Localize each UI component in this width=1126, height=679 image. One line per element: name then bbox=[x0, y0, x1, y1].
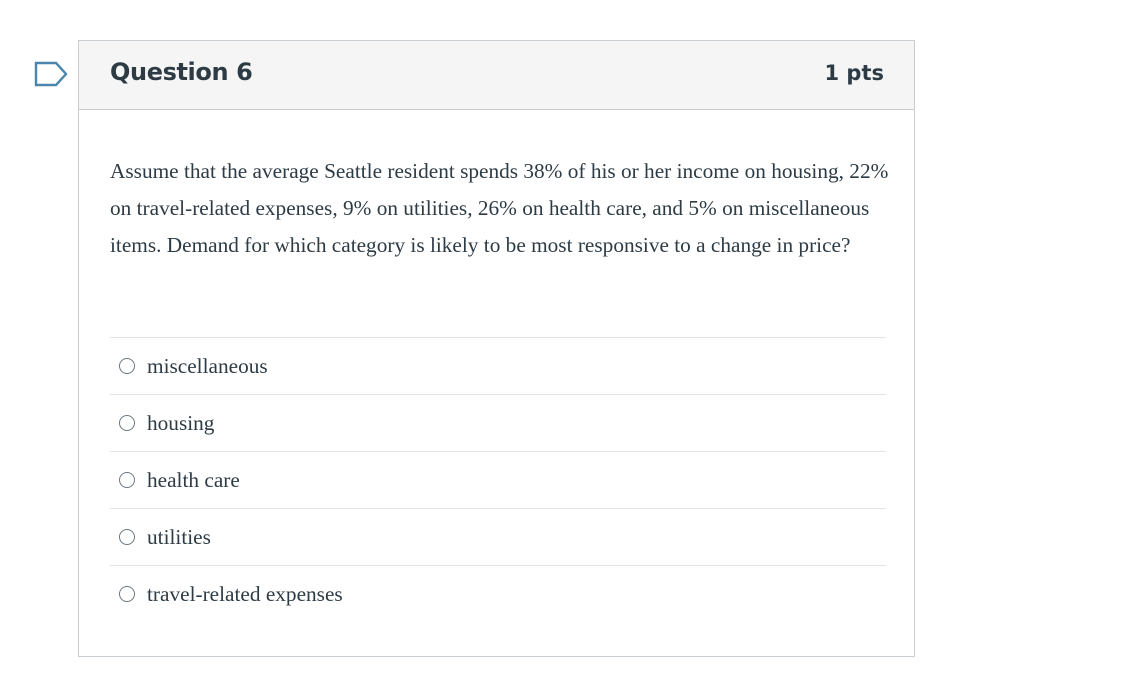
answer-option-miscellaneous[interactable]: miscellaneous bbox=[110, 337, 886, 394]
radio-button[interactable] bbox=[119, 358, 135, 374]
answer-option-health-care[interactable]: health care bbox=[110, 451, 886, 508]
answer-option-travel-related-expenses[interactable]: travel-related expenses bbox=[110, 565, 886, 622]
answer-label: travel-related expenses bbox=[147, 581, 343, 606]
answer-label: miscellaneous bbox=[147, 353, 268, 378]
radio-button[interactable] bbox=[119, 586, 135, 602]
radio-button[interactable] bbox=[119, 472, 135, 488]
answer-label: health care bbox=[147, 467, 240, 492]
question-header: Question 6 1 pts bbox=[79, 41, 914, 110]
question-title: Question 6 bbox=[110, 58, 253, 86]
radio-button[interactable] bbox=[119, 529, 135, 545]
answer-label: utilities bbox=[147, 524, 211, 549]
answer-label: housing bbox=[147, 410, 215, 435]
question-card: Question 6 1 pts Assume that the average… bbox=[78, 40, 915, 657]
question-text: Assume that the average Seattle resident… bbox=[110, 159, 889, 257]
answer-option-housing[interactable]: housing bbox=[110, 394, 886, 451]
radio-button[interactable] bbox=[119, 415, 135, 431]
flag-question-icon[interactable] bbox=[34, 61, 70, 87]
answer-list: miscellaneous housing health care utilit… bbox=[110, 337, 886, 622]
answer-option-utilities[interactable]: utilities bbox=[110, 508, 886, 565]
question-points: 1 pts bbox=[824, 61, 885, 85]
question-body: Assume that the average Seattle resident… bbox=[110, 153, 890, 264]
